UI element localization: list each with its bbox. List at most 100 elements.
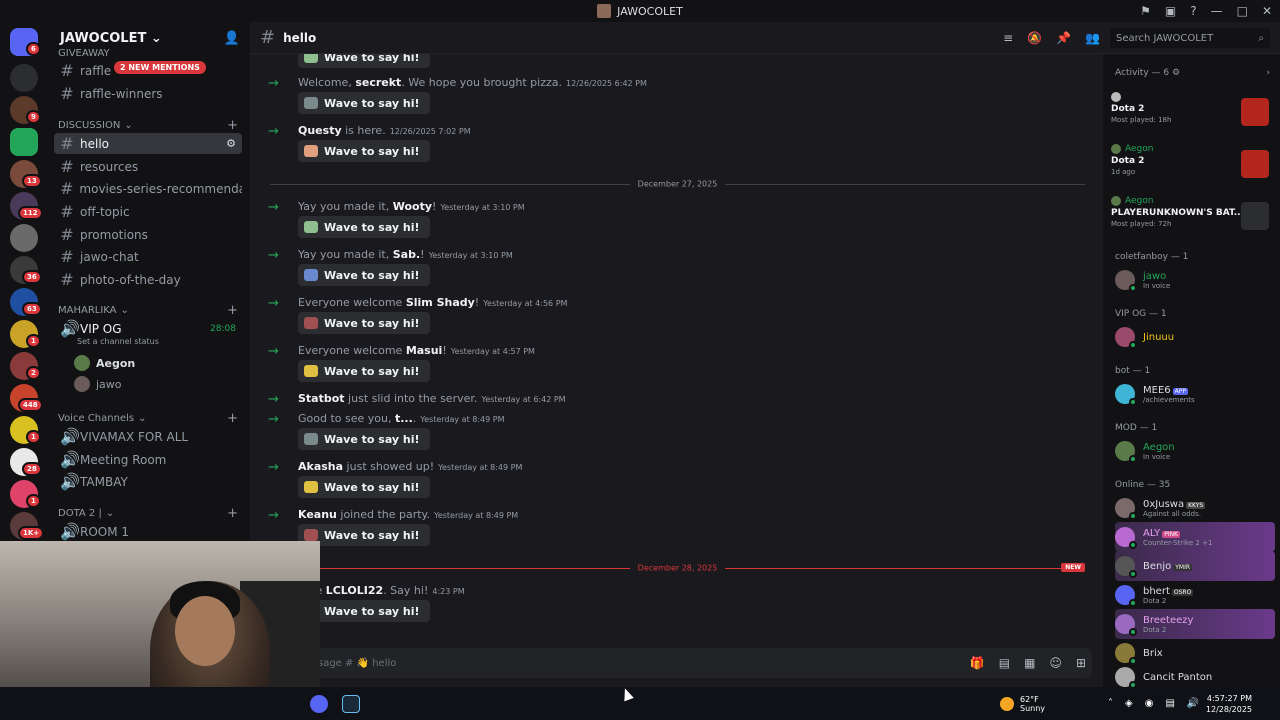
wave-button[interactable]: Wave to say hi!: [298, 360, 430, 382]
new-mentions-banner[interactable]: 2 NEW MENTIONS: [114, 61, 206, 74]
username[interactable]: Statbot: [298, 392, 345, 405]
screen-icon[interactable]: ▣: [1165, 4, 1176, 18]
category-discussion[interactable]: DISCUSSION ⌄ +: [58, 118, 242, 133]
voice-channel-tambay[interactable]: 🔊 TAMBAY: [54, 471, 242, 492]
voice-channel-vip-og[interactable]: 🔊 VIP OG 28:08: [54, 318, 242, 339]
maximize-icon[interactable]: □: [1237, 4, 1248, 18]
hash-icon: #: [60, 61, 74, 80]
voice-user[interactable]: Aegon: [74, 355, 135, 371]
wave-button[interactable]: Wave to say hi!: [298, 264, 430, 286]
volume-icon[interactable]: 🔊: [1187, 698, 1199, 709]
channel-resources[interactable]: # resources: [54, 156, 242, 177]
username[interactable]: Slim Shady: [406, 296, 475, 309]
channel-jawo-chat[interactable]: # jawo-chat: [54, 246, 242, 267]
channel-settings-icon[interactable]: ⚙: [226, 137, 242, 150]
username[interactable]: secrekt: [355, 76, 401, 89]
activity-card[interactable]: Aegon Dota 2 1d ago: [1111, 144, 1273, 190]
members-icon[interactable]: 👥: [1085, 31, 1100, 45]
gif-icon[interactable]: ▤: [999, 656, 1010, 670]
member-item[interactable]: bhert OSRO Dota 2: [1115, 580, 1275, 610]
activity-card[interactable]: Aegon PLAYERUNKNOWN'S BAT... Most played…: [1111, 196, 1273, 242]
channel-status[interactable]: Set a channel status: [77, 337, 159, 346]
join-arrow-icon: →: [268, 200, 279, 215]
channel-movies[interactable]: #movies-series-recommendations: [54, 178, 242, 199]
wave-button[interactable]: Wave to say hi!: [298, 312, 430, 334]
category-voice-channels[interactable]: Voice Channels ⌄ +: [58, 411, 242, 426]
system-clock[interactable]: 4:57:27 PM 12/28/2025: [1200, 693, 1252, 715]
gift-icon[interactable]: 🎁: [970, 656, 985, 670]
wave-button[interactable]: Wave to say hi!: [298, 140, 430, 162]
server-icon-5[interactable]: [10, 224, 38, 252]
member-item[interactable]: Cancit Panton: [1115, 662, 1275, 687]
category-giveaway[interactable]: GIVEAWAY: [58, 48, 242, 59]
network-icon[interactable]: ◈: [1125, 698, 1133, 709]
help-icon[interactable]: ?: [1190, 4, 1196, 18]
wave-button[interactable]: Wave to say hi!: [298, 54, 430, 68]
channel-off-topic[interactable]: # off-topic: [54, 201, 242, 222]
avatar: [1115, 327, 1137, 349]
chevron-up-icon[interactable]: ˄: [1108, 698, 1113, 709]
channel-promotions[interactable]: # promotions: [54, 224, 242, 245]
wifi-icon[interactable]: ▤: [1165, 698, 1174, 709]
server-icon-kick[interactable]: [10, 128, 38, 156]
username[interactable]: Questy: [298, 124, 342, 137]
member-item[interactable]: Aegon In voice: [1115, 436, 1275, 466]
username[interactable]: Akasha: [298, 460, 343, 473]
channel-raffle-winners[interactable]: # raffle-winners: [54, 83, 242, 104]
add-channel-icon[interactable]: +: [227, 506, 238, 521]
voice-channel-room-1[interactable]: 🔊 ROOM 1: [54, 521, 242, 542]
invite-icon[interactable]: 👤: [224, 31, 240, 46]
activity-card[interactable]: Dota 2 Most played: 18h: [1111, 92, 1273, 138]
webcam-face: [175, 596, 235, 666]
username[interactable]: LCLOLI22: [326, 584, 383, 597]
threads-icon[interactable]: ≡: [1003, 31, 1013, 45]
channel-hello[interactable]: # hello ⚙: [54, 133, 242, 154]
sticker-icon: [304, 317, 318, 329]
wave-button[interactable]: Wave to say hi!: [298, 216, 430, 238]
apps-icon[interactable]: ⊞: [1076, 656, 1086, 670]
category-maharlika[interactable]: MAHARLIKA ⌄ +: [58, 303, 242, 318]
member-item[interactable]: ALY PINK Counter-Strike 2 +1: [1115, 522, 1275, 552]
add-channel-icon[interactable]: +: [227, 303, 238, 318]
inbox-icon[interactable]: ⚑: [1140, 4, 1151, 18]
wave-button[interactable]: Wave to say hi!: [298, 428, 430, 450]
emoji-icon[interactable]: ☺: [1049, 656, 1062, 670]
chevron-down-icon: ⌄: [150, 30, 162, 46]
avatar: [1115, 556, 1137, 578]
member-item[interactable]: MEE6 APP/achievements: [1115, 379, 1275, 409]
minimize-icon[interactable]: —: [1211, 4, 1223, 18]
wave-button[interactable]: Wave to say hi!: [298, 476, 430, 498]
chevron-down-icon: ⌄: [105, 508, 115, 519]
server-badge: 1K+: [18, 526, 45, 540]
member-item[interactable]: Benjo YMIR: [1115, 551, 1275, 581]
sticker-picker-icon[interactable]: ▦: [1024, 656, 1035, 670]
voice-user[interactable]: jawo: [74, 376, 122, 392]
category-dota2[interactable]: DOTA 2 | ⌄ +: [58, 506, 242, 521]
username[interactable]: Wooty: [393, 200, 432, 213]
mic-icon[interactable]: ◉: [1145, 698, 1154, 709]
member-item[interactable]: jawo In voice: [1115, 265, 1275, 295]
member-item[interactable]: Breeteezy Dota 2: [1115, 609, 1275, 639]
username[interactable]: Masui: [406, 344, 443, 357]
server-icon-info[interactable]: [10, 64, 38, 92]
username[interactable]: Sab.: [393, 248, 420, 261]
voice-channel-vivamax[interactable]: 🔊 VIVAMAX FOR ALL: [54, 426, 242, 447]
discord-taskbar-icon[interactable]: [310, 694, 328, 713]
member-item[interactable]: Jinuuu: [1115, 322, 1275, 352]
search-input[interactable]: Search JAWOCOLET ⌕: [1110, 28, 1270, 48]
channel-photo-of-the-day[interactable]: # photo-of-the-day: [54, 269, 242, 290]
pin-icon[interactable]: 📌: [1056, 31, 1071, 45]
mute-bell-icon[interactable]: 🔕: [1027, 31, 1042, 45]
activity-header[interactable]: Activity — 6 ⚙ ›: [1115, 68, 1270, 78]
username[interactable]: t...: [395, 412, 413, 425]
close-icon[interactable]: ✕: [1262, 4, 1272, 18]
add-channel-icon[interactable]: +: [227, 411, 238, 426]
weather-widget[interactable]: 62°F Sunny: [1000, 695, 1045, 713]
member-item[interactable]: 0xJuswa KKYS Against all odds.: [1115, 493, 1275, 523]
wave-button[interactable]: Wave to say hi!: [298, 92, 430, 114]
add-channel-icon[interactable]: +: [227, 118, 238, 133]
steam-taskbar-icon[interactable]: [342, 694, 360, 713]
voice-channel-meeting-room[interactable]: 🔊 Meeting Room: [54, 449, 242, 470]
message-input[interactable]: sage # 👋 hello 🎁 ▤ ▦ ☺ ⊞: [308, 648, 1092, 678]
username[interactable]: Keanu: [298, 508, 337, 521]
